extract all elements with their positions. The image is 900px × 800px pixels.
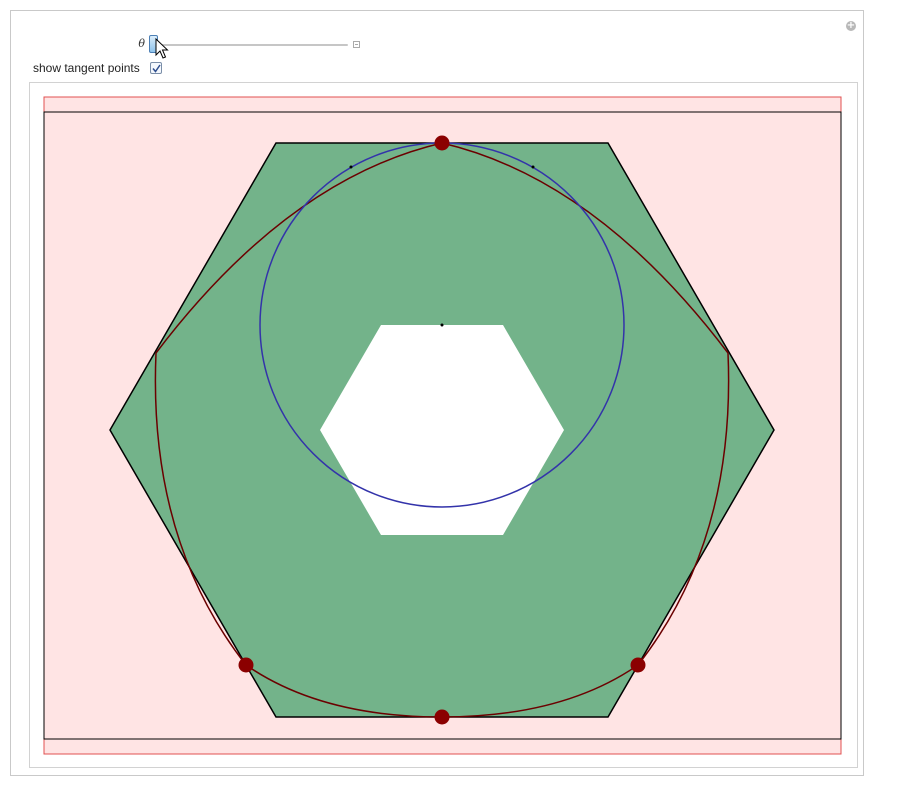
graphics-canvas — [43, 96, 842, 755]
curve-junction-dot — [531, 165, 535, 169]
tangent-point — [630, 657, 646, 673]
tangent-point — [434, 709, 450, 725]
tangent-point — [238, 657, 254, 673]
tangent-point — [434, 135, 450, 151]
curve-junction-dot — [349, 165, 353, 169]
circle-center-dot — [440, 323, 444, 327]
